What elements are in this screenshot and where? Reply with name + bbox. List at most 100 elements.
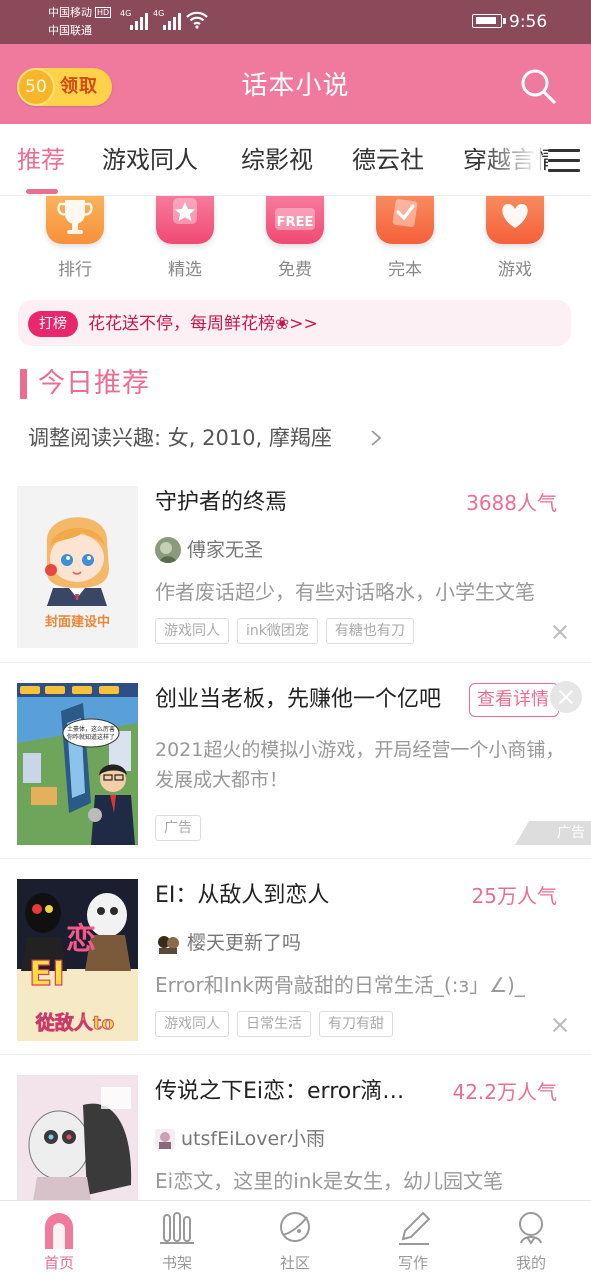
category-game[interactable]: 游戏 bbox=[475, 196, 555, 280]
tabs-fade bbox=[480, 136, 540, 186]
cover-placeholder-text: 封面建设中 bbox=[45, 614, 110, 630]
chevron-right-icon[interactable] bbox=[369, 430, 383, 446]
check-document-icon bbox=[376, 196, 434, 244]
author-name: 樱天更新了吗 bbox=[187, 932, 302, 954]
book-tag[interactable]: 有糖也有刀 bbox=[325, 618, 414, 644]
nav-write[interactable]: 写作 bbox=[373, 1201, 453, 1280]
app-screen: 中国移动 HD 中国联通 4G 4G 9:56 50 领取 话本小说 推荐 游戏同… bbox=[0, 0, 591, 1280]
signal-icon-1 bbox=[130, 10, 148, 30]
rank-tag: 打榜 bbox=[28, 311, 78, 337]
tab-deyunshe[interactable]: 德云社 bbox=[352, 144, 424, 176]
cover-title-love: 恋 bbox=[66, 922, 96, 957]
book-tags: 游戏同人 日常生活 有刀有甜 bbox=[155, 1011, 393, 1037]
reading-preference-link[interactable]: 调整阅读兴趣: 女, 2010, 摩羯座 bbox=[28, 423, 332, 453]
category-label: 排行 bbox=[58, 260, 92, 280]
trophy-icon bbox=[46, 196, 104, 244]
hd-badge: HD bbox=[95, 7, 112, 18]
cover-placeholder-illustration: 封面建设中 bbox=[17, 486, 138, 648]
author-avatar bbox=[155, 930, 181, 956]
tab-film-tv[interactable]: 综影视 bbox=[241, 144, 313, 176]
author-name: utsfEiLover小雨 bbox=[181, 1128, 325, 1150]
menu-icon[interactable] bbox=[548, 148, 580, 174]
book-tag[interactable]: 游戏同人 bbox=[155, 618, 229, 644]
dismiss-icon[interactable] bbox=[552, 1017, 568, 1033]
book-title: EI：从敌人到恋人 bbox=[155, 883, 330, 908]
svg-text:土豪体，这么厉害: 土豪体，这么厉害 bbox=[67, 725, 115, 733]
view-details-button[interactable]: 查看详情 bbox=[469, 683, 559, 717]
svg-text:你咋就知道这样了: 你咋就知道这样了 bbox=[67, 733, 115, 741]
nav-label: 我的 bbox=[515, 1254, 546, 1272]
book-tag[interactable]: 游戏同人 bbox=[155, 1011, 229, 1037]
book-tag[interactable]: 日常生活 bbox=[237, 1011, 311, 1037]
book-author[interactable]: 樱天更新了吗 bbox=[155, 929, 301, 957]
book-cover[interactable]: EI 恋 從敌人to bbox=[17, 879, 138, 1041]
ad-title: 创业当老板，先赚他一个亿吧 bbox=[155, 687, 442, 712]
book-tag[interactable]: 有刀有甜 bbox=[319, 1011, 393, 1037]
app-title: 话本小说 bbox=[241, 71, 350, 101]
profile-icon bbox=[519, 1212, 543, 1245]
book-item[interactable]: EI 恋 從敌人to EI：从敌人到恋人 25万人气 樱天更新了吗 Error和… bbox=[0, 858, 591, 1054]
banner-text: 花花送不停，每周鲜花榜❀>> bbox=[88, 314, 318, 334]
ad-cover[interactable]: 土豪体，这么厉害 你咋就知道这样了 bbox=[17, 683, 138, 845]
book-author[interactable]: 傅家无圣 bbox=[155, 536, 263, 564]
app-header: 50 领取 话本小说 bbox=[0, 44, 591, 124]
section-title: 今日推荐 bbox=[38, 368, 150, 399]
author-avatar bbox=[155, 537, 181, 563]
nav-bookshelf[interactable]: 书架 bbox=[137, 1201, 217, 1280]
tab-active-indicator bbox=[26, 189, 58, 194]
book-item[interactable]: 封面建设中 守护者的终焉 3688人气 傅家无圣 作者废话超少，有些对话略水，小… bbox=[0, 466, 591, 662]
nav-label: 写作 bbox=[397, 1254, 428, 1272]
bookshelf-icon bbox=[160, 1212, 194, 1244]
cover-title-ei: EI bbox=[29, 954, 65, 994]
heart-icon bbox=[486, 196, 544, 244]
author-name: 傅家无圣 bbox=[187, 539, 264, 561]
book-popularity: 3688人气 bbox=[466, 491, 557, 515]
clock: 9:56 bbox=[509, 12, 548, 32]
carrier-1: 中国移动 HD bbox=[48, 6, 112, 20]
nav-home[interactable]: 首页 bbox=[19, 1201, 99, 1280]
carrier-2: 中国联通 bbox=[48, 24, 92, 37]
category-shortcuts: 排行 精选 FREE 免费 完本 游戏 bbox=[0, 196, 591, 292]
bottom-navigation: 首页 书架 社区 写作 我的 bbox=[0, 1200, 591, 1280]
book-popularity: 42.2万人气 bbox=[452, 1080, 557, 1104]
book-description: Error和Ink两骨敲甜的日常生活_(:з」∠)_ bbox=[155, 973, 525, 997]
book-author[interactable]: utsfEiLover小雨 bbox=[155, 1125, 325, 1153]
book-cover[interactable]: 封面建设中 bbox=[17, 486, 138, 648]
book-title: 传说之下Ei恋：error滴小娇妻 bbox=[155, 1079, 420, 1104]
book-title: 守护者的终焉 bbox=[155, 490, 288, 515]
section-marker bbox=[20, 369, 27, 399]
star-icon bbox=[156, 196, 214, 244]
category-featured[interactable]: 精选 bbox=[145, 196, 225, 280]
book-tags: 游戏同人 ink微团宠 有糖也有刀 bbox=[155, 618, 414, 644]
category-completed[interactable]: 完本 bbox=[365, 196, 445, 280]
status-bar: 中国移动 HD 中国联通 4G 4G 9:56 bbox=[0, 0, 591, 44]
ad-cover-illustration: 土豪体，这么厉害 你咋就知道这样了 bbox=[17, 683, 138, 845]
free-icon: FREE bbox=[266, 196, 324, 244]
category-label: 完本 bbox=[388, 260, 422, 280]
category-label: 精选 bbox=[168, 260, 202, 280]
pen-icon bbox=[399, 1211, 431, 1245]
nav-community[interactable]: 社区 bbox=[255, 1201, 335, 1280]
carrier-1-label: 中国移动 bbox=[48, 6, 92, 19]
category-free[interactable]: FREE 免费 bbox=[255, 196, 335, 280]
book-popularity: 25万人气 bbox=[471, 884, 557, 908]
category-ranking[interactable]: 排行 bbox=[35, 196, 115, 280]
flower-ranking-banner[interactable]: 打榜 花花送不停，每周鲜花榜❀>> bbox=[18, 300, 571, 346]
cover-illustration: EI 恋 從敌人to bbox=[17, 879, 138, 1041]
nav-label: 首页 bbox=[43, 1254, 74, 1272]
book-description: Ei恋文，这里的ink是女生，幼儿园文笔 bbox=[155, 1169, 504, 1193]
tab-recommend[interactable]: 推荐 bbox=[17, 144, 65, 176]
nav-profile[interactable]: 我的 bbox=[491, 1201, 571, 1280]
cover-subtitle: 從敌人to bbox=[35, 1011, 114, 1034]
ad-item[interactable]: 土豪体，这么厉害 你咋就知道这样了 创业当老板，先赚他一个亿吧 查看详情 202… bbox=[0, 662, 591, 858]
book-tag[interactable]: ink微团宠 bbox=[237, 618, 318, 644]
author-avatar bbox=[155, 1129, 175, 1149]
category-label: 免费 bbox=[278, 260, 312, 280]
category-label: 游戏 bbox=[498, 260, 532, 280]
search-icon[interactable] bbox=[520, 68, 556, 104]
close-ad-icon[interactable] bbox=[550, 681, 582, 713]
tab-game-fanfic[interactable]: 游戏同人 bbox=[102, 144, 198, 176]
battery-icon bbox=[472, 14, 506, 28]
dismiss-icon[interactable] bbox=[552, 624, 568, 640]
ad-tag: 广告 bbox=[155, 815, 201, 841]
